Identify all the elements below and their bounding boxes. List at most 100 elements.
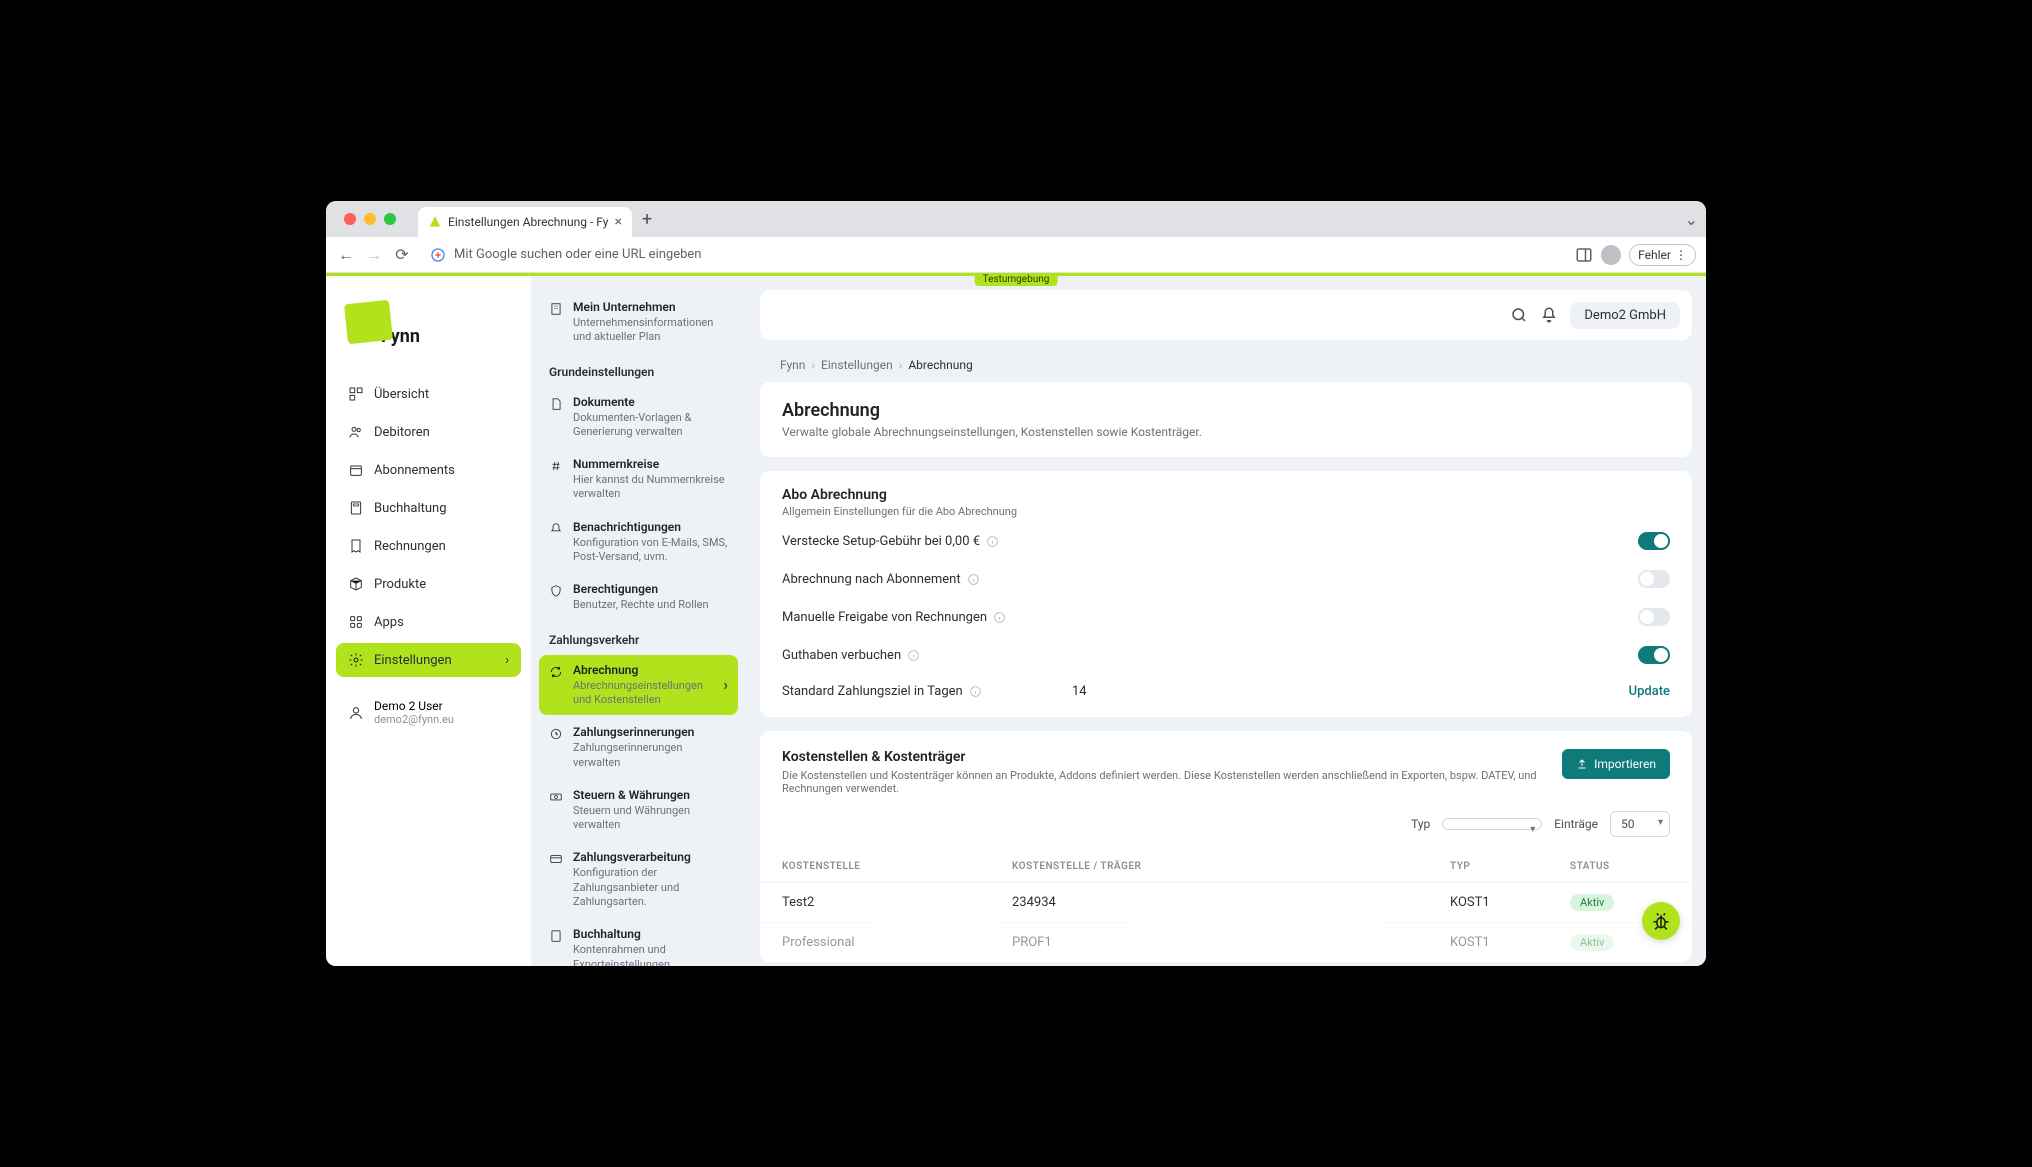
toggle-credit-booking[interactable]: [1638, 646, 1670, 664]
subnav-section-basic: Grundeinstellungen: [539, 355, 738, 385]
filter-type-select[interactable]: [1442, 818, 1542, 830]
error-indicator-button[interactable]: Fehler⋮: [1629, 244, 1696, 266]
abo-section-title: Abo Abrechnung: [782, 487, 1670, 503]
nav-debtors[interactable]: Debitoren: [336, 415, 521, 449]
filter-type-label: Typ: [1411, 817, 1430, 831]
dashboard-icon: [348, 386, 364, 402]
bug-icon: [1651, 911, 1671, 931]
breadcrumb-current: Abrechnung: [908, 358, 972, 372]
bell-icon[interactable]: [1540, 306, 1558, 324]
subnav-tax[interactable]: Steuern & WährungenSteuern und Währungen…: [539, 780, 738, 841]
status-badge: Aktiv: [1570, 934, 1614, 951]
receipt-icon: [348, 538, 364, 554]
info-icon[interactable]: [986, 535, 999, 548]
env-badge: Testumgebung: [975, 273, 1058, 286]
subnav-payment-processing[interactable]: ZahlungsverarbeitungKonfiguration der Za…: [539, 842, 738, 917]
google-icon: [430, 247, 446, 263]
calculator-icon: [549, 929, 563, 943]
nav-apps[interactable]: Apps: [336, 605, 521, 639]
subnav-documents[interactable]: DokumenteDokumenten-Vorlagen & Generieru…: [539, 387, 738, 448]
hash-icon: [549, 459, 563, 473]
setting-due-label: Standard Zahlungsziel in Tagen: [782, 684, 963, 699]
site-favicon: [428, 215, 442, 229]
breadcrumb-settings[interactable]: Einstellungen: [821, 358, 893, 372]
tabs-dropdown-icon[interactable]: ⌄: [1685, 210, 1698, 229]
setting-setup-fee-label: Verstecke Setup-Gebühr bei 0,00 €: [782, 534, 980, 549]
currency-icon: [549, 790, 563, 804]
filter-entries-select[interactable]: 50: [1610, 811, 1670, 837]
subnav-notifications[interactable]: BenachrichtigungenKonfiguration von E-Ma…: [539, 512, 738, 573]
toggle-setup-fee[interactable]: [1638, 532, 1670, 550]
info-icon[interactable]: [969, 685, 982, 698]
nav-accounting[interactable]: Buchhaltung: [336, 491, 521, 525]
nav-products[interactable]: Produkte: [336, 567, 521, 601]
toggle-manual-release[interactable]: [1638, 608, 1670, 626]
package-icon: [348, 576, 364, 592]
chevron-right-icon: ›: [505, 653, 509, 668]
filter-entries-label: Einträge: [1554, 817, 1598, 831]
main-nav: Fynn Übersicht Debitoren Abonnements Buc…: [326, 276, 531, 966]
apps-icon: [348, 614, 364, 630]
abo-section-subtitle: Allgemein Einstellungen für die Abo Abre…: [782, 505, 1670, 518]
info-icon[interactable]: [967, 573, 980, 586]
logo[interactable]: Fynn: [336, 292, 521, 377]
import-button[interactable]: Importieren: [1562, 749, 1670, 779]
search-icon[interactable]: [1510, 306, 1528, 324]
browser-chrome: Einstellungen Abrechnung - Fy × + ⌄ ← → …: [326, 201, 1706, 273]
bug-report-fab[interactable]: [1642, 902, 1680, 940]
settings-subnav: Mein UnternehmenUnternehmensinformatione…: [531, 276, 746, 966]
window-controls[interactable]: [344, 213, 396, 225]
upload-icon: [1576, 758, 1588, 770]
box-icon: [348, 462, 364, 478]
nav-invoices[interactable]: Rechnungen: [336, 529, 521, 563]
nav-settings[interactable]: Einstellungen ›: [336, 643, 521, 677]
cost-table-header: KOSTENSTELLE KOSTENSTELLE / TRÄGER TYP S…: [760, 851, 1692, 882]
profile-avatar[interactable]: [1601, 245, 1621, 265]
nav-subscriptions[interactable]: Abonnements: [336, 453, 521, 487]
nav-overview[interactable]: Übersicht: [336, 377, 521, 411]
breadcrumb-root[interactable]: Fynn: [780, 358, 805, 372]
document-icon: [549, 397, 563, 411]
cost-section-title: Kostenstellen & Kostenträger: [782, 749, 1546, 765]
back-button[interactable]: ←: [336, 245, 356, 265]
company-selector[interactable]: Demo2 GmbH: [1570, 302, 1680, 329]
setting-by-sub-label: Abrechnung nach Abonnement: [782, 572, 961, 587]
tab-close-icon[interactable]: ×: [614, 214, 621, 230]
page-title: Abrechnung: [782, 400, 1670, 421]
info-icon[interactable]: [993, 611, 1006, 624]
user-name: Demo 2 User: [374, 699, 454, 713]
subnav-permissions[interactable]: BerechtigungenBenutzer, Rechte und Rolle…: [539, 574, 738, 620]
user-block[interactable]: Demo 2 User demo2@fynn.eu: [336, 691, 521, 734]
tab-title: Einstellungen Abrechnung - Fy: [448, 215, 608, 229]
toggle-by-subscription[interactable]: [1638, 570, 1670, 588]
table-row[interactable]: Professional PROF1 KOST1 Aktiv: [760, 922, 1692, 962]
subnav-company[interactable]: Mein UnternehmenUnternehmensinformatione…: [539, 292, 738, 353]
user-icon: [348, 705, 364, 721]
user-email: demo2@fynn.eu: [374, 713, 454, 726]
forward-button[interactable]: →: [364, 245, 384, 265]
bell-icon: [549, 522, 563, 536]
gear-icon: [348, 652, 364, 668]
update-link[interactable]: Update: [1629, 684, 1670, 699]
card-icon: [549, 852, 563, 866]
setting-credit-label: Guthaben verbuchen: [782, 648, 901, 663]
url-bar[interactable]: Mit Google suchen oder eine URL eingeben: [420, 247, 1567, 263]
setting-due-value: 14: [1072, 684, 1629, 699]
subnav-numbers[interactable]: NummernkreiseHier kannst du Nummernkreis…: [539, 449, 738, 510]
panel-icon[interactable]: [1575, 246, 1593, 264]
subnav-accounting[interactable]: BuchhaltungKontenrahmen und Exporteinste…: [539, 919, 738, 966]
new-tab-button[interactable]: +: [642, 209, 652, 230]
building-icon: [549, 302, 563, 316]
chevron-right-icon: ›: [723, 675, 728, 694]
cost-section-subtitle: Die Kostenstellen und Kostenträger könne…: [782, 769, 1546, 795]
calculator-icon: [348, 500, 364, 516]
users-icon: [348, 424, 364, 440]
subnav-billing[interactable]: AbrechnungAbrechnungseinstellungen und K…: [539, 655, 738, 716]
page-subtitle: Verwalte globale Abrechnungseinstellunge…: [782, 425, 1670, 439]
table-row[interactable]: Test2 234934 KOST1 Aktiv: [760, 882, 1692, 922]
info-icon[interactable]: [907, 649, 920, 662]
reload-button[interactable]: ⟳: [392, 245, 412, 264]
browser-tab[interactable]: Einstellungen Abrechnung - Fy ×: [418, 207, 632, 237]
url-placeholder: Mit Google suchen oder eine URL eingeben: [454, 247, 701, 262]
subnav-dunning[interactable]: ZahlungserinnerungenZahlungserinnerungen…: [539, 717, 738, 778]
